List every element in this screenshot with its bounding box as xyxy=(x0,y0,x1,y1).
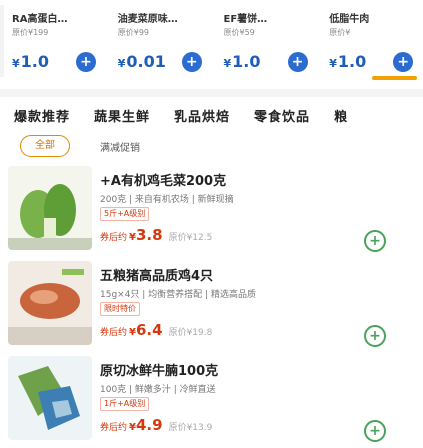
add-to-cart-button[interactable]: + xyxy=(364,230,386,252)
deal-card[interactable]: 低脂牛肉 原价¥ ¥1.0 + xyxy=(317,0,423,82)
tab-snacks[interactable]: 零食饮品 xyxy=(254,106,310,125)
filter-promo-button[interactable]: 满减促销 xyxy=(100,139,140,154)
tab-fresh[interactable]: 蔬果生鲜 xyxy=(94,106,150,125)
deal-card[interactable]: RA高蛋白… 原价¥199 ¥1.0 + xyxy=(0,0,106,82)
product-tag: 限时特价 xyxy=(100,302,140,316)
product-title: +A有机鸡毛菜200克 xyxy=(100,174,227,189)
deal-price: ¥0.01 xyxy=(117,52,166,71)
price-row: 券后约 ¥3.8 原价¥12.5 xyxy=(100,226,212,244)
price-label: 券后约 xyxy=(100,328,128,338)
list-item[interactable]: 五粮猪高品质鸡4只 15g×4只 | 均衡营养搭配 | 精选高品质 限时特价 券… xyxy=(0,257,423,352)
category-tabs: 爆款推荐 蔬果生鲜 乳品烘焙 零食饮品 粮 xyxy=(0,97,423,133)
deal-price: ¥1.0 xyxy=(329,52,367,71)
original-price: 原价¥12.5 xyxy=(168,233,213,243)
scroll-indicator xyxy=(372,76,417,80)
deal-name: 油麦菜原味… xyxy=(117,14,178,25)
tab-dairy[interactable]: 乳品烘焙 xyxy=(174,106,230,125)
deal-card[interactable]: 油麦菜原味… 原价¥99 ¥0.01 + xyxy=(106,0,212,82)
add-to-cart-button[interactable]: + xyxy=(364,420,386,442)
product-title: 五粮猪高品质鸡4只 xyxy=(100,269,214,284)
original-price: 原价¥19.8 xyxy=(168,328,213,338)
price-row: 券后约 ¥4.9 原价¥13.9 xyxy=(100,416,212,434)
deal-price: ¥1.0 xyxy=(12,52,49,71)
list-item[interactable]: 原切冰鲜牛腩100克 100克 | 鲜嫩多汁 | 冷鲜直送 1斤+A级别 券后约… xyxy=(0,352,423,447)
deal-strip: RA高蛋白… 原价¥199 ¥1.0 + 油麦菜原味… 原价¥99 ¥0.01 … xyxy=(0,0,423,82)
section-divider xyxy=(0,89,423,97)
vegetable-image xyxy=(8,166,92,250)
fish-image xyxy=(8,356,92,440)
filter-row: 全部 满减促销 xyxy=(20,134,140,158)
deal-name: RA高蛋白… xyxy=(12,14,68,25)
meat-image xyxy=(8,261,92,345)
product-spec: 15g×4只 | 均衡营养搭配 | 精选高品质 xyxy=(100,290,256,300)
deal-original-price: 原价¥ xyxy=(329,28,351,37)
deal-name: EF薯饼… xyxy=(223,14,268,25)
tab-hot[interactable]: 爆款推荐 xyxy=(14,106,70,125)
product-spec: 100克 | 鲜嫩多汁 | 冷鲜直送 xyxy=(100,385,216,395)
add-icon[interactable]: + xyxy=(76,52,96,72)
product-list: +A有机鸡毛菜200克 200克 | 来自有机农场 | 新鲜现摘 5斤+A级别 … xyxy=(0,162,423,447)
deal-original-price: 原价¥199 xyxy=(12,28,49,37)
price-row: 券后约 ¥6.4 原价¥19.8 xyxy=(100,321,212,339)
deal-name: 低脂牛肉 xyxy=(329,14,370,25)
add-icon[interactable]: + xyxy=(181,52,202,72)
product-tag: 1斤+A级别 xyxy=(100,397,150,411)
add-to-cart-button[interactable]: + xyxy=(364,325,386,347)
deal-card[interactable]: EF薯饼… 原价¥59 ¥1.0 + xyxy=(212,0,318,82)
list-item[interactable]: +A有机鸡毛菜200克 200克 | 来自有机农场 | 新鲜现摘 5斤+A级别 … xyxy=(0,162,423,257)
deal-original-price: 原价¥59 xyxy=(223,28,255,37)
product-price: ¥3.8 xyxy=(129,226,163,244)
price-label: 券后约 xyxy=(100,233,128,243)
product-tag: 5斤+A级别 xyxy=(100,207,150,221)
original-price: 原价¥13.9 xyxy=(168,423,213,433)
add-icon[interactable]: + xyxy=(287,52,308,72)
price-label: 券后约 xyxy=(100,423,128,433)
product-spec: 200克 | 来自有机农场 | 新鲜现摘 xyxy=(100,195,234,205)
filter-all-button[interactable]: 全部 xyxy=(20,135,70,157)
deal-original-price: 原价¥99 xyxy=(117,28,150,37)
deal-price: ¥1.0 xyxy=(223,52,261,71)
product-title: 原切冰鲜牛腩100克 xyxy=(100,364,219,379)
product-price: ¥6.4 xyxy=(129,321,163,339)
product-price: ¥4.9 xyxy=(129,416,163,434)
tab-grain[interactable]: 粮 xyxy=(334,106,348,125)
add-icon[interactable]: + xyxy=(393,52,414,72)
